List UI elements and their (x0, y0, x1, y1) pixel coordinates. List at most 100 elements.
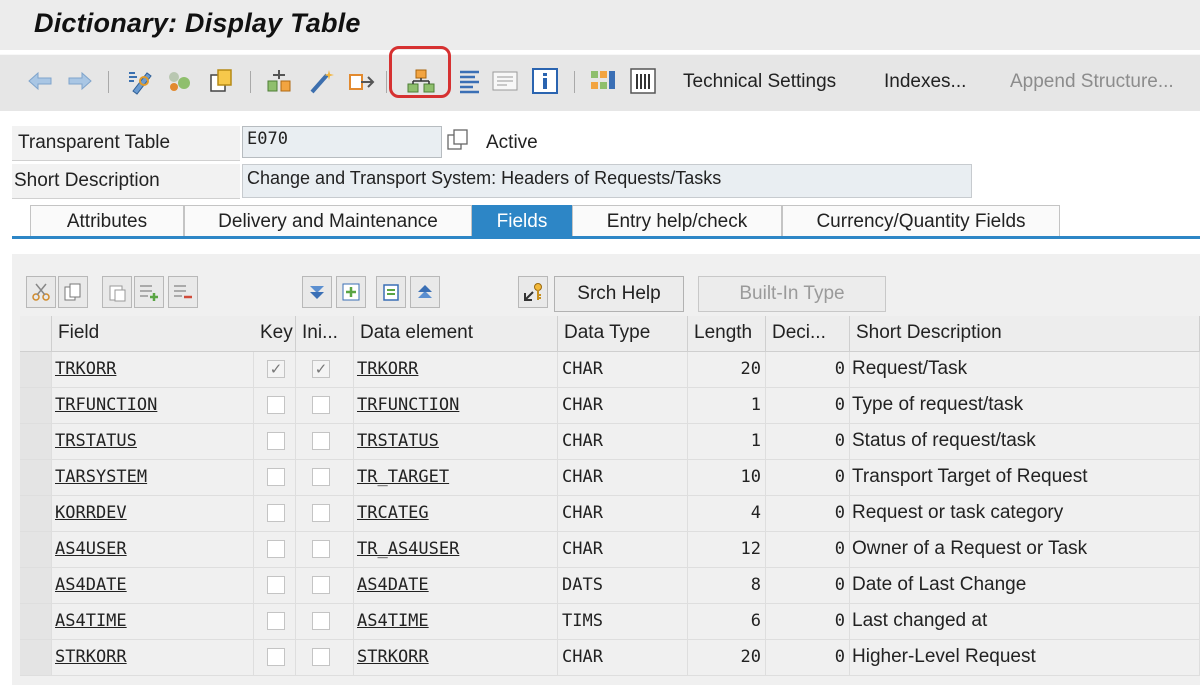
table-row[interactable]: TARSYSTEM TR_TARGET CHAR 10 0 Transport Targe… (20, 460, 1200, 496)
indexes-button[interactable]: Indexes... (884, 71, 966, 93)
field-name-link[interactable]: TRKORR (55, 359, 116, 379)
row-selector[interactable] (20, 460, 52, 496)
field-name-link[interactable]: STRKORR (55, 647, 127, 667)
outline-icon[interactable] (456, 65, 484, 97)
table-row[interactable]: TRSTATUS TRSTATUS CHAR 1 0 Status of request/… (20, 424, 1200, 460)
initial-checkbox[interactable] (312, 612, 330, 630)
row-selector[interactable] (20, 568, 52, 604)
key-checkbox[interactable] (267, 504, 285, 522)
table-row[interactable]: AS4USER TR_AS4USER CHAR 12 0 Owner of a Reque… (20, 532, 1200, 568)
data-element-link[interactable]: AS4DATE (357, 575, 429, 595)
column-header-field[interactable]: Field (52, 316, 274, 352)
short-description-field[interactable]: Change and Transport System: Headers of … (242, 164, 972, 198)
field-name-link[interactable]: TARSYSTEM (55, 467, 147, 487)
row-selector-header[interactable] (20, 316, 52, 352)
table-row[interactable]: AS4DATE AS4DATE DATS 8 0 Date of Last Change (20, 568, 1200, 604)
expand-up-icon[interactable] (410, 276, 440, 308)
row-selector[interactable] (20, 388, 52, 424)
magic-wand-icon[interactable] (306, 65, 336, 97)
column-header-short-description[interactable]: Short Description (850, 316, 1200, 352)
where-used-icon[interactable] (264, 65, 294, 97)
table-contents-icon[interactable] (588, 65, 618, 97)
table-row[interactable]: TRFUNCTION TRFUNCTION CHAR 1 0 Type of reques… (20, 388, 1200, 424)
row-selector[interactable] (20, 532, 52, 568)
field-name-link[interactable]: TRSTATUS (55, 431, 137, 451)
key-checkbox[interactable] (267, 576, 285, 594)
column-header-initial[interactable]: Ini... (296, 316, 354, 352)
copy-icon[interactable] (58, 276, 88, 308)
initial-checkbox[interactable] (312, 504, 330, 522)
column-header-data-type[interactable]: Data Type (558, 316, 688, 352)
initial-checkbox[interactable] (312, 396, 330, 414)
srch-help-button[interactable]: Srch Help (554, 276, 684, 312)
field-name-link[interactable]: AS4DATE (55, 575, 127, 595)
data-element-link[interactable]: TRSTATUS (357, 431, 439, 451)
row-selector[interactable] (20, 640, 52, 676)
info-icon[interactable] (530, 65, 560, 97)
key-checkbox[interactable]: ✓ (267, 360, 285, 378)
delete-row-icon[interactable] (168, 276, 198, 308)
data-element-link[interactable]: TRKORR (357, 359, 418, 379)
tab-attributes[interactable]: Attributes (30, 205, 184, 237)
table-row[interactable]: STRKORR STRKORR CHAR 20 0 Higher-Level Reques… (20, 640, 1200, 676)
data-element-link[interactable]: TRFUNCTION (357, 395, 459, 415)
activate-icon[interactable] (206, 65, 236, 97)
key-checkbox[interactable] (267, 648, 285, 666)
table-name-field[interactable]: E070 (242, 126, 442, 158)
display-change-icon[interactable] (124, 65, 154, 97)
table-row[interactable]: TRKORR ✓ ✓ TRKORR CHAR 20 0 Request/Task (20, 352, 1200, 388)
field-cell: STRKORR (52, 640, 254, 676)
key-checkbox[interactable] (267, 396, 285, 414)
initial-checkbox[interactable]: ✓ (312, 360, 330, 378)
row-selector[interactable] (20, 496, 52, 532)
field-name-link[interactable]: TRFUNCTION (55, 395, 157, 415)
row-selector[interactable] (20, 604, 52, 640)
title-bar: Dictionary: Display Table (0, 0, 1200, 50)
initial-checkbox[interactable] (312, 468, 330, 486)
initial-checkbox[interactable] (312, 432, 330, 450)
tab-entry-help-check[interactable]: Entry help/check (572, 205, 782, 237)
technical-settings-button[interactable]: Technical Settings (683, 71, 836, 93)
column-header-decimals[interactable]: Deci... (766, 316, 850, 352)
table-row[interactable]: AS4TIME AS4TIME TIMS 6 0 Last changed at (20, 604, 1200, 640)
data-element-link[interactable]: AS4TIME (357, 611, 429, 631)
key-checkbox[interactable] (267, 540, 285, 558)
cut-icon[interactable] (26, 276, 56, 308)
other-object-icon[interactable] (164, 65, 194, 97)
key-checkbox[interactable] (267, 432, 285, 450)
data-element-link[interactable]: STRKORR (357, 647, 429, 667)
key-checkbox[interactable] (267, 612, 285, 630)
clipboard-icon[interactable] (376, 276, 406, 308)
docs-icon[interactable] (490, 65, 520, 97)
initial-checkbox[interactable] (312, 576, 330, 594)
object-list-icon[interactable] (346, 65, 376, 97)
field-name-link[interactable]: AS4USER (55, 539, 127, 559)
column-header-data-element[interactable]: Data element (354, 316, 558, 352)
arrow-left-icon[interactable] (26, 65, 54, 97)
tab-underline (12, 236, 1200, 239)
data-element-link[interactable]: TRCATEG (357, 503, 429, 523)
initial-checkbox[interactable] (312, 648, 330, 666)
key-checkbox[interactable] (267, 468, 285, 486)
arrow-right-icon[interactable] (66, 65, 94, 97)
insert-row-icon[interactable] (134, 276, 164, 308)
field-name-link[interactable]: KORRDEV (55, 503, 127, 523)
expand-down-icon[interactable] (302, 276, 332, 308)
tab-fields[interactable]: Fields (472, 205, 572, 237)
grid-icon[interactable] (628, 65, 658, 97)
row-selector[interactable] (20, 352, 52, 388)
table-row[interactable]: KORRDEV TRCATEG CHAR 4 0 Request or task cate… (20, 496, 1200, 532)
select-block-icon[interactable] (336, 276, 366, 308)
tab-delivery-and-maintenance[interactable]: Delivery and Maintenance (184, 205, 472, 237)
column-header-key[interactable]: Key (254, 316, 296, 352)
data-element-link[interactable]: TR_AS4USER (357, 539, 459, 559)
tab-currency-quantity-fields[interactable]: Currency/Quantity Fields (782, 205, 1060, 237)
column-header-length[interactable]: Length (688, 316, 766, 352)
row-selector[interactable] (20, 424, 52, 460)
copy-icon[interactable] (446, 128, 470, 152)
field-name-link[interactable]: AS4TIME (55, 611, 127, 631)
initial-checkbox[interactable] (312, 540, 330, 558)
search-help-icon[interactable] (518, 276, 548, 308)
paste-icon[interactable] (102, 276, 132, 308)
data-element-link[interactable]: TR_TARGET (357, 467, 449, 487)
